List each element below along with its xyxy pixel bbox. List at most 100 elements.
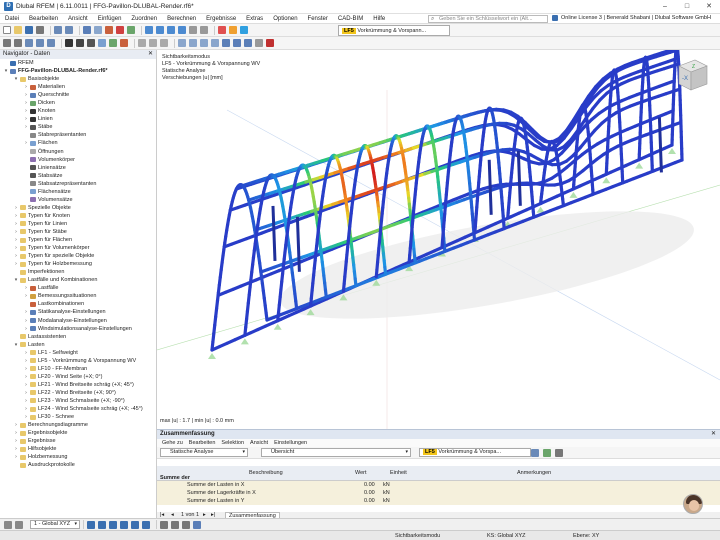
navigator-item[interactable]: Volumenkörper: [0, 156, 156, 164]
load-tool-icon[interactable]: [120, 39, 128, 47]
node-tool-icon[interactable]: [65, 39, 73, 47]
color-scale-icon[interactable]: [240, 26, 248, 34]
expand-arrow-icon[interactable]: ›: [23, 389, 29, 397]
navigator-item[interactable]: ▾ FFG-Pavillon-DLUBAL-Render.rf6*: [0, 67, 156, 75]
navigator-item[interactable]: › LF5 - Vorkrümmung & Vorspannung WV: [0, 357, 156, 365]
export-icon[interactable]: [543, 449, 551, 457]
structure-render[interactable]: [157, 50, 720, 429]
load-case-selector[interactable]: LF5 Vorkrümmung & Vorspann...: [338, 25, 450, 36]
menu-fenster[interactable]: Fenster: [303, 16, 333, 22]
expand-arrow-icon[interactable]: ›: [13, 445, 19, 453]
navigator-item[interactable]: Imperfektionen: [0, 268, 156, 276]
expand-arrow-icon[interactable]: ›: [13, 421, 19, 429]
expand-arrow-icon[interactable]: ›: [23, 91, 29, 99]
expand-arrow-icon[interactable]: ›: [13, 437, 19, 445]
navigator-item[interactable]: Ausdruckprotokolle: [0, 461, 156, 469]
draw-arc-icon[interactable]: [109, 520, 117, 529]
surface-tool-icon[interactable]: [98, 39, 106, 47]
navigator-item[interactable]: ▾ Lastfälle und Kombinationen: [0, 276, 156, 284]
grid-icon[interactable]: [138, 39, 146, 47]
calculate-icon[interactable]: [105, 26, 113, 34]
navigator-item[interactable]: › Typen für spezielle Objekte: [0, 252, 156, 260]
render-mode-icon[interactable]: [222, 39, 230, 47]
expand-arrow-icon[interactable]: ›: [23, 349, 29, 357]
report-icon[interactable]: [127, 26, 135, 34]
expand-arrow-icon[interactable]: ›: [13, 212, 19, 220]
menu-zuordnen[interactable]: Zuordnen: [126, 16, 162, 22]
comment-icon[interactable]: [171, 520, 179, 529]
navigator-item[interactable]: ▾ Lasten: [0, 341, 156, 349]
display-members-icon[interactable]: [189, 39, 197, 47]
table-row[interactable]: Summe der Lagerkräfte in X 0.00 kN: [157, 489, 720, 497]
filter-icon[interactable]: [531, 449, 539, 457]
close-window-button[interactable]: ✕: [698, 0, 720, 14]
print-table-icon[interactable]: [555, 449, 563, 457]
navigator-item[interactable]: › LF10 - FF-Membran: [0, 365, 156, 373]
support-tool-icon[interactable]: [109, 39, 117, 47]
navigator-item[interactable]: › Typen für Knoten: [0, 212, 156, 220]
summary-menu-view[interactable]: Ansicht: [247, 439, 271, 447]
menu-ansicht[interactable]: Ansicht: [63, 16, 93, 22]
navigator-item[interactable]: › Flächen: [0, 139, 156, 147]
menu-einfuegen[interactable]: Einfügen: [93, 16, 127, 22]
undo-icon[interactable]: [54, 26, 62, 34]
measure-icon[interactable]: [255, 39, 263, 47]
expand-arrow-icon[interactable]: ›: [13, 244, 19, 252]
maximize-button[interactable]: □: [676, 0, 698, 14]
select-window-icon[interactable]: [14, 39, 22, 47]
select-icon[interactable]: [3, 39, 11, 47]
navigator-item[interactable]: › Typen für Flächen: [0, 236, 156, 244]
member-tool-icon[interactable]: [87, 39, 95, 47]
navigator-item[interactable]: › Hilfsobjekte: [0, 445, 156, 453]
model-data-icon[interactable]: [83, 26, 91, 34]
navigator-item[interactable]: › Stäbe: [0, 123, 156, 131]
collapse-arrow-icon[interactable]: ▾: [3, 67, 9, 75]
navigator-item[interactable]: ▾ Basisobjekte: [0, 75, 156, 83]
display-loads-icon[interactable]: [211, 39, 219, 47]
menu-extras[interactable]: Extras: [241, 16, 268, 22]
expand-arrow-icon[interactable]: ›: [23, 413, 29, 421]
expand-arrow-icon[interactable]: ›: [23, 325, 29, 333]
summary-menu-selection[interactable]: Selektion: [218, 439, 247, 447]
expand-arrow-icon[interactable]: ›: [23, 107, 29, 115]
navigator-item[interactable]: Lastkombinationen: [0, 300, 156, 308]
navigator-item[interactable]: › Linien: [0, 115, 156, 123]
navigator-item[interactable]: Volumensätze: [0, 196, 156, 204]
dimension-icon[interactable]: [160, 520, 168, 529]
navigator-item[interactable]: › LF22 - Wind Breitseite (+X; 90°): [0, 389, 156, 397]
view-side-icon[interactable]: [156, 26, 164, 34]
search-input[interactable]: ⌕ Geben Sie ein Schlüsselwort ein (Alt..…: [428, 15, 548, 23]
menu-datei[interactable]: Datei: [0, 16, 24, 22]
navigator-close-icon[interactable]: ✕: [148, 50, 153, 59]
navigator-item[interactable]: › Holzbemessung: [0, 453, 156, 461]
visibility-icon[interactable]: [193, 520, 201, 529]
zoom-all-icon[interactable]: [200, 26, 208, 34]
menu-bearbeiten[interactable]: Bearbeiten: [24, 16, 63, 22]
expand-arrow-icon[interactable]: ›: [13, 260, 19, 268]
new-file-icon[interactable]: [3, 26, 11, 34]
summary-load-case-dropdown[interactable]: LF5 Vorkrümmung & Vorspa...: [419, 448, 531, 457]
expand-arrow-icon[interactable]: ›: [23, 397, 29, 405]
table-row[interactable]: Summe der Lasten in Y 0.00 kN: [157, 497, 720, 505]
expand-arrow-icon[interactable]: ›: [23, 115, 29, 123]
expand-arrow-icon[interactable]: ›: [13, 236, 19, 244]
navigator-item[interactable]: Lastassistenten: [0, 333, 156, 341]
navigator-item[interactable]: › Typen für Linien: [0, 220, 156, 228]
menu-optionen[interactable]: Optionen: [268, 16, 302, 22]
results-toggle-icon[interactable]: [218, 26, 226, 34]
navigator-item[interactable]: › LF24 - Wind Schmalseite schräg (+X; -45…: [0, 405, 156, 413]
results-icon[interactable]: [116, 26, 124, 34]
table-row[interactable]: Summe der Lasten in X 0.00 kN: [157, 481, 720, 489]
navigator-item[interactable]: Liniensätze: [0, 164, 156, 172]
summary-close-icon[interactable]: ✕: [711, 430, 716, 439]
expand-arrow-icon[interactable]: ›: [23, 317, 29, 325]
expand-arrow-icon[interactable]: ›: [23, 123, 29, 131]
expand-arrow-icon[interactable]: ›: [23, 405, 29, 413]
open-folder-icon[interactable]: [14, 26, 22, 34]
navigator-item[interactable]: Stabrepräsentanten: [0, 131, 156, 139]
section-cut-icon[interactable]: [244, 39, 252, 47]
navigator-item[interactable]: › LF20 - Wind Seite (+X; 0°): [0, 373, 156, 381]
navigator-item[interactable]: › Modalanalyse-Einstellungen: [0, 317, 156, 325]
view-iso-icon[interactable]: [178, 26, 186, 34]
zoom-icon[interactable]: [189, 26, 197, 34]
